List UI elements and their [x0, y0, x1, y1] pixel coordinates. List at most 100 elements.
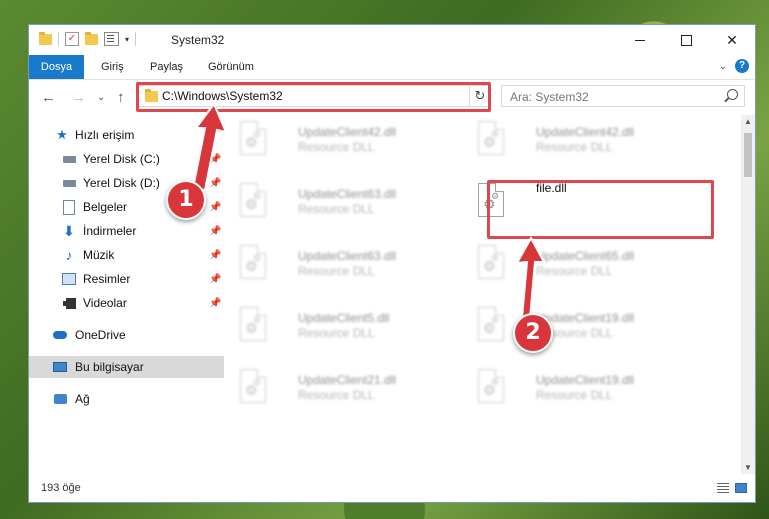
quick-access-toolbar: ✓ ▾ — [39, 31, 137, 46]
sidebar-item-label: Videolar — [83, 296, 127, 310]
navigation-pane: ★ Hızlı erişim Yerel Disk (C:) 📌 Yerel D… — [29, 120, 224, 474]
list-item[interactable]: ⚙ ⚙ UpdateClient19.dll Resource DLL — [464, 363, 684, 413]
dll-file-icon: ⚙ ⚙ — [240, 121, 266, 155]
large-icons-view-icon[interactable] — [735, 483, 747, 493]
list-item[interactable]: ⚙ ⚙ UpdateClient42.dll Resource DLL — [226, 115, 446, 165]
file-type: Resource DLL — [298, 326, 375, 340]
file-name: UpdateClient5.dll — [298, 311, 390, 325]
file-type: Resource DLL — [298, 264, 375, 278]
new-folder-icon[interactable] — [85, 31, 98, 45]
dll-file-icon: ⚙ ⚙ — [478, 245, 504, 279]
details-view-icon[interactable] — [717, 483, 729, 493]
window-controls: ✕ — [617, 25, 755, 55]
pin-icon[interactable]: 📌 — [209, 154, 221, 165]
ribbon-tabs: Dosya Giriş Paylaş Görünüm ⌄ ? — [29, 55, 755, 80]
dll-file-icon: ⚙ ⚙ — [240, 245, 266, 279]
window-title: System32 — [171, 33, 225, 47]
file-name: UpdateClient63.dll — [298, 249, 397, 263]
view-buttons — [717, 483, 747, 493]
drive-icon — [62, 176, 76, 190]
list-item[interactable]: ⚙ ⚙ UpdateClient21.dll Resource DLL — [226, 363, 446, 413]
list-item[interactable]: ⚙ ⚙ UpdateClient42.dll Resource DLL — [464, 115, 684, 165]
file-list: ⚙ ⚙ UpdateClient42.dll Resource DLL ⚙ ⚙ Up… — [226, 115, 741, 474]
tab-dosya[interactable]: Dosya — [29, 55, 84, 79]
sidebar-item-downloads[interactable]: ⬇ İndirmeler 📌 — [29, 220, 224, 242]
tab-paylas[interactable]: Paylaş — [150, 55, 183, 79]
list-item[interactable]: ⚙ ⚙ UpdateClient63.dll Resource DLL — [226, 177, 446, 227]
pin-icon[interactable]: 📌 — [209, 202, 221, 213]
properties-check-icon[interactable]: ✓ — [65, 32, 79, 46]
sidebar-item-music[interactable]: ♪ Müzik 📌 — [29, 244, 224, 266]
expand-ribbon-icon[interactable]: ⌄ — [719, 61, 727, 72]
search-placeholder[interactable]: Ara: System32 — [510, 90, 589, 104]
documents-icon — [62, 199, 76, 215]
drive-icon — [62, 152, 76, 166]
sidebar-item-this-pc[interactable]: Bu bilgisayar — [29, 356, 224, 378]
list-item[interactable]: ⚙ ⚙ UpdateClient5.dll Resource DLL — [226, 301, 446, 351]
sidebar-item-network[interactable]: Ağ — [29, 388, 224, 410]
close-icon: ✕ — [726, 31, 738, 48]
sidebar-item-local-disk-c[interactable]: Yerel Disk (C:) 📌 — [29, 148, 224, 170]
file-type: Resource DLL — [298, 202, 375, 216]
file-type: Resource DLL — [536, 140, 613, 154]
vertical-scrollbar[interactable]: ▲ ▼ — [741, 115, 755, 474]
up-arrow-icon[interactable]: ↑ — [117, 89, 125, 106]
star-icon: ★ — [56, 127, 68, 142]
folder-icon[interactable] — [39, 31, 52, 45]
properties-icon[interactable] — [104, 32, 119, 46]
dll-file-icon: ⚙ ⚙ — [240, 369, 266, 403]
videos-icon — [62, 296, 76, 310]
sidebar-item-quick-access[interactable]: ★ Hızlı erişim — [29, 124, 224, 146]
close-button[interactable]: ✕ — [709, 25, 755, 55]
downloads-icon: ⬇ — [63, 222, 75, 239]
sidebar-item-label: Bu bilgisayar — [75, 360, 144, 374]
sidebar-item-label: Yerel Disk (C:) — [83, 152, 160, 166]
maximize-icon — [680, 34, 692, 46]
file-type: Resource DLL — [298, 388, 375, 402]
list-item[interactable]: ⚙ ⚙ UpdateClient63.dll Resource DLL — [226, 239, 446, 289]
file-type: Resource DLL — [298, 140, 375, 154]
pin-icon[interactable]: 📌 — [209, 250, 221, 261]
help-icon[interactable]: ? — [735, 59, 749, 73]
sidebar-item-onedrive[interactable]: OneDrive — [29, 324, 224, 346]
sidebar-item-videos[interactable]: Videolar 📌 — [29, 292, 224, 314]
pin-icon[interactable]: 📌 — [209, 274, 221, 285]
title-bar: ✓ ▾ System32 ✕ — [29, 25, 755, 55]
customize-toolbar-chevron-icon[interactable]: ▾ — [125, 35, 129, 44]
pin-icon[interactable]: 📌 — [209, 226, 221, 237]
file-type: Resource DLL — [536, 264, 613, 278]
list-item[interactable]: ⚙ ⚙ UpdateClient19.dll Resource DLL — [464, 301, 684, 351]
list-item[interactable]: ⚙ ⚙ UpdateClient65.dll Resource DLL — [464, 239, 684, 289]
pictures-icon — [62, 272, 76, 286]
pin-icon[interactable]: 📌 — [209, 298, 221, 309]
pin-icon[interactable]: 📌 — [209, 178, 221, 189]
search-box[interactable]: Ara: System32 — [501, 85, 745, 107]
sidebar-item-label: Müzik — [83, 248, 115, 262]
recent-locations-icon[interactable]: ⌄ — [97, 92, 105, 103]
scroll-up-icon[interactable]: ▲ — [744, 117, 752, 126]
sidebar-item-label: OneDrive — [75, 328, 126, 342]
sidebar-item-label: Ağ — [75, 392, 90, 406]
dll-file-icon: ⚙ ⚙ — [478, 307, 504, 341]
step-1-badge: 1 — [166, 180, 206, 220]
minimize-button[interactable] — [617, 25, 663, 55]
ribbon-right-controls: ⌄ ? — [719, 59, 749, 73]
music-icon: ♪ — [65, 247, 73, 263]
back-arrow-icon[interactable]: ← — [41, 89, 56, 106]
toolbar-separator — [58, 32, 59, 46]
sidebar-item-pictures[interactable]: Resimler 📌 — [29, 268, 224, 290]
sidebar-item-label: Hızlı erişim — [75, 128, 135, 142]
scroll-thumb[interactable] — [744, 133, 752, 177]
sidebar-item-label: İndirmeler — [83, 224, 137, 238]
maximize-button[interactable] — [663, 25, 709, 55]
dll-file-icon: ⚙ ⚙ — [478, 121, 504, 155]
forward-arrow-icon[interactable]: → — [71, 89, 86, 106]
sidebar-item-label: Yerel Disk (D:) — [83, 176, 160, 190]
toolbar-separator — [135, 32, 137, 46]
scroll-down-icon[interactable]: ▼ — [744, 463, 752, 472]
tab-giris[interactable]: Giriş — [101, 55, 124, 79]
dll-file-icon: ⚙ ⚙ — [478, 369, 504, 403]
search-icon[interactable] — [727, 89, 738, 100]
item-count: 193 öğe — [41, 482, 81, 494]
tab-gorunum[interactable]: Görünüm — [208, 55, 254, 79]
